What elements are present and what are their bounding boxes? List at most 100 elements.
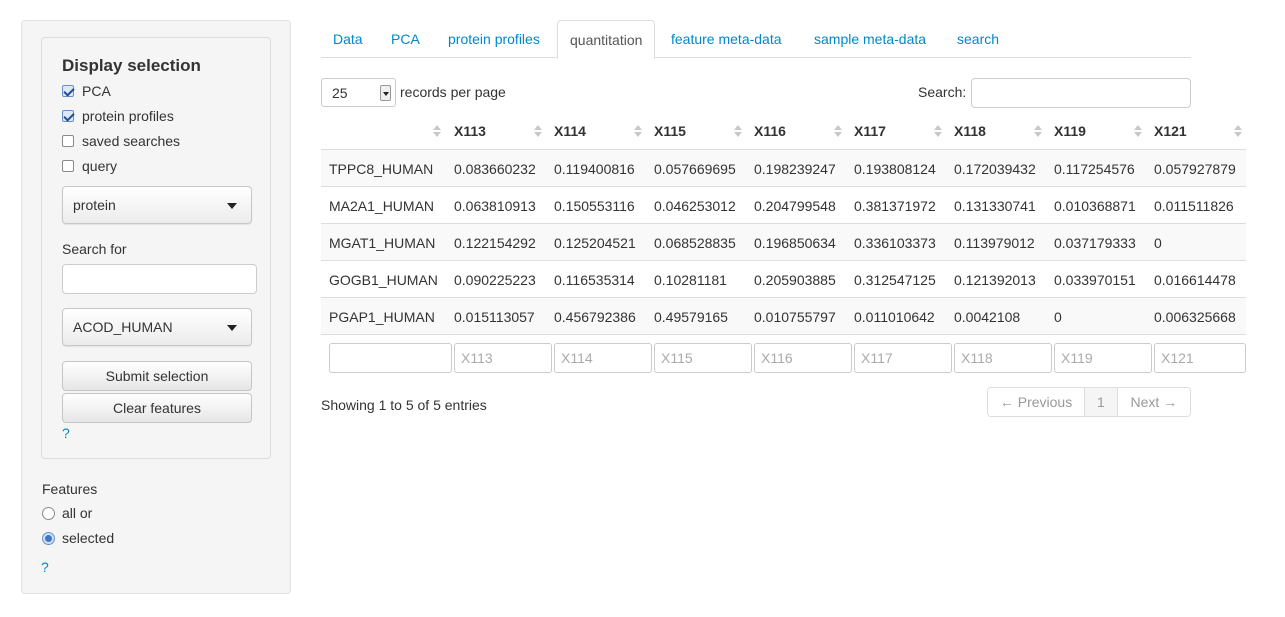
search-for-input[interactable] bbox=[62, 264, 257, 294]
checkbox-label: saved searches bbox=[82, 133, 181, 149]
table-cell: 0.113979012 bbox=[954, 234, 1035, 251]
table-row[interactable]: TPPC8_HUMAN 0.083660232 0.119400816 0.05… bbox=[321, 150, 1246, 187]
table-cell: 0.063810913 bbox=[454, 197, 536, 214]
column-header[interactable]: X115 bbox=[646, 112, 746, 150]
column-header-label: X119 bbox=[1054, 123, 1086, 139]
column-header[interactable]: X116 bbox=[746, 112, 846, 150]
radio-icon[interactable] bbox=[42, 531, 55, 545]
column-filter-input[interactable] bbox=[329, 343, 452, 373]
column-filter-input[interactable]: X121 bbox=[1154, 343, 1246, 373]
submit-selection-button[interactable]: Submit selection bbox=[62, 361, 252, 391]
radio-icon[interactable] bbox=[42, 506, 55, 520]
feature-select[interactable]: ACOD_HUMAN bbox=[62, 308, 252, 346]
help-link[interactable]: ? bbox=[62, 425, 70, 441]
table-search-input[interactable] bbox=[971, 78, 1191, 108]
table-cell: 0.010368871 bbox=[1054, 197, 1136, 214]
table-cell: 0.198239247 bbox=[754, 160, 836, 177]
radio-selected[interactable]: selected bbox=[42, 528, 114, 548]
table-cell: 0.037179333 bbox=[1054, 234, 1136, 251]
table-cell: TPPC8_HUMAN bbox=[329, 160, 434, 177]
page-number-button[interactable]: 1 bbox=[1085, 388, 1118, 416]
tab-data[interactable]: Data bbox=[321, 20, 375, 58]
feature-select-value: ACOD_HUMAN bbox=[73, 319, 173, 335]
table-cell: PGAP1_HUMAN bbox=[329, 308, 435, 325]
table-row[interactable]: PGAP1_HUMAN 0.015113057 0.456792386 0.49… bbox=[321, 298, 1246, 335]
table-cell: 0.122154292 bbox=[454, 234, 536, 251]
table-cell: 0.090225223 bbox=[454, 271, 536, 288]
radio-label: selected bbox=[62, 530, 115, 546]
page-length-select[interactable]: 25 bbox=[321, 78, 396, 107]
column-header[interactable]: X113 bbox=[446, 112, 546, 150]
sort-icon bbox=[934, 125, 942, 137]
checkbox-saved-searches[interactable]: saved searches bbox=[62, 131, 180, 151]
column-header[interactable]: X119 bbox=[1046, 112, 1146, 150]
table-cell: 0.312547125 bbox=[854, 271, 936, 288]
table-cell: 0.131330741 bbox=[954, 197, 1036, 214]
next-page-button[interactable]: Next → bbox=[1117, 388, 1190, 416]
column-filter-input[interactable]: X114 bbox=[554, 343, 652, 373]
checkbox-icon[interactable] bbox=[62, 110, 74, 122]
column-header[interactable]: X114 bbox=[546, 112, 646, 150]
table-cell: 0.125204521 bbox=[554, 234, 636, 251]
table-search-label: Search: bbox=[918, 84, 967, 100]
tab-search[interactable]: search bbox=[945, 20, 1011, 58]
column-header[interactable] bbox=[321, 112, 446, 150]
chevron-down-icon bbox=[227, 325, 237, 331]
table-cell: 0.083660232 bbox=[454, 160, 536, 177]
table-row[interactable]: MGAT1_HUMAN 0.122154292 0.125204521 0.06… bbox=[321, 224, 1246, 261]
table-cell: 0.033970151 bbox=[1054, 271, 1136, 288]
table-cell: 0.456792386 bbox=[554, 308, 636, 325]
table-cell: 0.117254576 bbox=[1054, 160, 1135, 177]
radio-label: all or bbox=[62, 505, 93, 521]
sort-icon bbox=[433, 125, 441, 137]
column-filter-input[interactable]: X119 bbox=[1054, 343, 1152, 373]
type-select[interactable]: protein bbox=[62, 186, 252, 224]
column-filter-input[interactable]: X115 bbox=[654, 343, 752, 373]
radio-all[interactable]: all or bbox=[42, 503, 92, 523]
table-cell: MA2A1_HUMAN bbox=[329, 197, 435, 214]
checkbox-pca[interactable]: PCA bbox=[62, 81, 111, 101]
table-cell: 0.057927879 bbox=[1154, 160, 1236, 177]
table-cell: 0.011010642 bbox=[854, 308, 935, 325]
table-cell: 0.015113057 bbox=[454, 308, 535, 325]
chevron-down-icon bbox=[380, 85, 391, 101]
tab-pca[interactable]: PCA bbox=[379, 20, 432, 58]
column-filter-input[interactable]: X117 bbox=[854, 343, 952, 373]
tab-protein-profiles[interactable]: protein profiles bbox=[436, 20, 552, 58]
table-cell: MGAT1_HUMAN bbox=[329, 234, 436, 251]
table-row[interactable]: MA2A1_HUMAN 0.063810913 0.150553116 0.04… bbox=[321, 187, 1246, 224]
checkbox-icon[interactable] bbox=[62, 160, 74, 172]
column-header[interactable]: X117 bbox=[846, 112, 946, 150]
table-cell: 0.204799548 bbox=[754, 197, 836, 214]
sort-icon bbox=[1034, 125, 1042, 137]
column-filter-input[interactable]: X116 bbox=[754, 343, 852, 373]
checkbox-icon[interactable] bbox=[62, 85, 74, 97]
tab-quantitation[interactable]: quantitation bbox=[557, 20, 656, 59]
table-cell: 0.011511826 bbox=[1154, 197, 1234, 214]
previous-page-button[interactable]: ← Previous bbox=[988, 388, 1086, 416]
column-header-label: X115 bbox=[654, 123, 686, 139]
clear-features-button[interactable]: Clear features bbox=[62, 393, 252, 423]
sidebar-panel: Display selection PCA protein profiles s… bbox=[21, 20, 291, 594]
column-header[interactable]: X121 bbox=[1146, 112, 1246, 150]
checkbox-protein-profiles[interactable]: protein profiles bbox=[62, 106, 174, 126]
sort-icon bbox=[734, 125, 742, 137]
tab-sample-meta-data[interactable]: sample meta-data bbox=[802, 20, 938, 58]
table-row[interactable]: GOGB1_HUMAN 0.090225223 0.116535314 0.10… bbox=[321, 261, 1246, 298]
table-cell: 0.193808124 bbox=[854, 160, 936, 177]
column-filter-input[interactable]: X118 bbox=[954, 343, 1052, 373]
table-cell: 0.016614478 bbox=[1154, 271, 1236, 288]
column-header[interactable]: X118 bbox=[946, 112, 1046, 150]
quantitation-table: X113 X114 X115 X116 X117 X118 X119 X121 … bbox=[321, 112, 1246, 379]
column-header-label: X118 bbox=[954, 123, 986, 139]
checkbox-icon[interactable] bbox=[62, 135, 74, 147]
checkbox-label: PCA bbox=[82, 83, 111, 99]
help-link[interactable]: ? bbox=[41, 559, 49, 575]
table-cell: 0.381371972 bbox=[854, 197, 936, 214]
sort-icon bbox=[1134, 125, 1142, 137]
tab-feature-meta-data[interactable]: feature meta-data bbox=[659, 20, 794, 58]
tab-bar: Data PCA protein profiles quantitation f… bbox=[321, 20, 1191, 59]
table-cell: 0.150553116 bbox=[554, 197, 635, 214]
checkbox-query[interactable]: query bbox=[62, 156, 117, 176]
column-filter-input[interactable]: X113 bbox=[454, 343, 552, 373]
